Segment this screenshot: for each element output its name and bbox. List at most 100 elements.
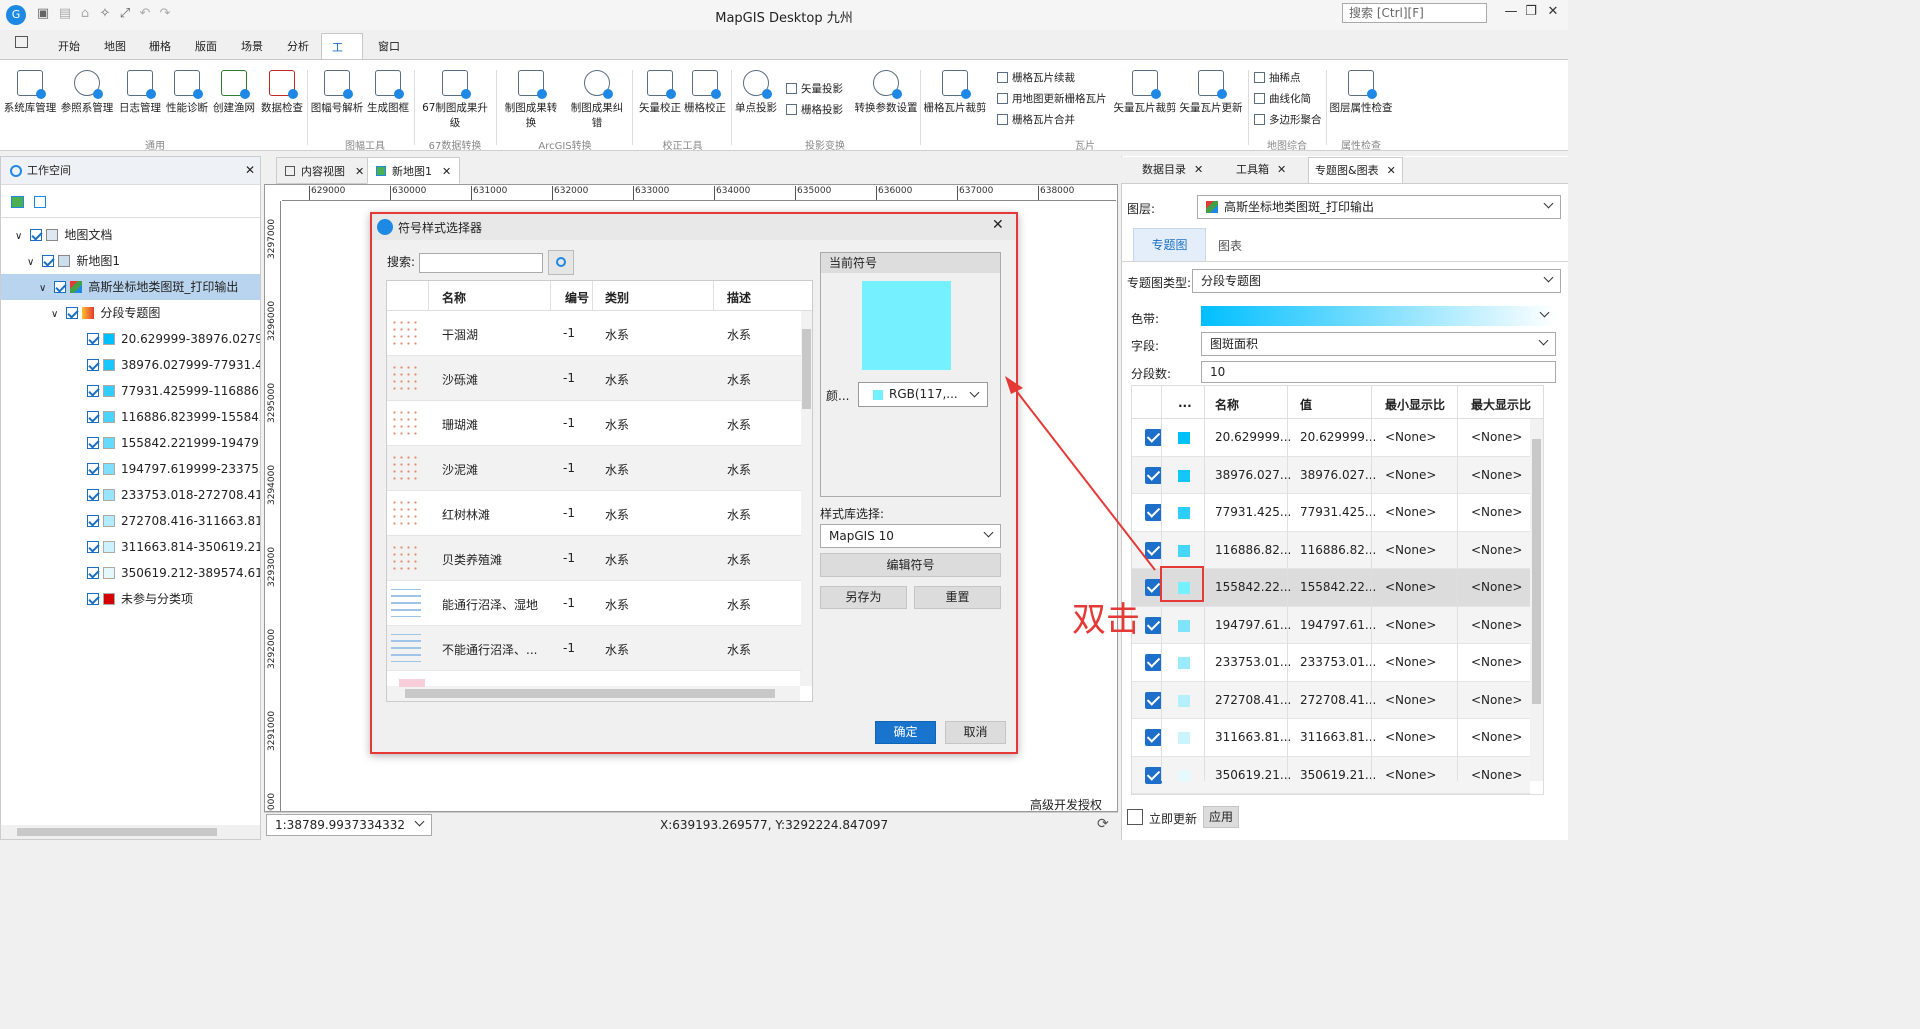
segment-row[interactable]: 194797.61... 194797.61... <None> <None> xyxy=(1132,606,1530,644)
segment-swatch[interactable] xyxy=(1178,619,1190,632)
symbol-row[interactable]: 沙泥滩 -1 水系 水系 xyxy=(387,446,801,491)
symbol-list[interactable]: 名称 编号 类别 描述 干涸湖 -1 水系 水系 沙砾滩 -1 水系 水系 珊瑚滩 -1 水系 水系沙… xyxy=(386,280,813,702)
legend-item[interactable]: 272708.416-311663.814 xyxy=(87,508,260,534)
transform-params-button[interactable]: 转换参数设置 xyxy=(852,70,920,115)
upgrade-67-button[interactable]: 67制图成果升级 xyxy=(418,70,492,130)
segment-swatch[interactable] xyxy=(1178,469,1190,482)
panel-toggle-icon[interactable] xyxy=(15,36,28,48)
segment-row[interactable]: 38976.027... 38976.027... <None> <None> xyxy=(1132,456,1530,494)
segment-row[interactable]: 116886.82... 116886.82... <None> <None> xyxy=(1132,531,1530,569)
list-vscroll[interactable] xyxy=(800,311,812,686)
col-category[interactable]: 类别 xyxy=(605,289,629,306)
legend-item[interactable]: 233753.018-272708.416 xyxy=(87,482,260,508)
menu-start[interactable]: 开始 xyxy=(48,33,90,60)
tab-thematic-charts[interactable]: 专题图&图表 ✕ xyxy=(1308,157,1403,183)
ref-system-button[interactable]: 参照系管理 xyxy=(57,70,117,115)
color-ramp-select[interactable] xyxy=(1201,306,1556,326)
segment-swatch[interactable] xyxy=(1178,507,1190,519)
col-name[interactable]: 名称 xyxy=(442,289,466,306)
apply-button[interactable]: 应用 xyxy=(1203,806,1239,828)
tab-thematic[interactable]: 专题图 xyxy=(1133,228,1206,261)
list-hscroll[interactable] xyxy=(387,686,800,701)
segment-checkbox[interactable] xyxy=(1145,691,1162,709)
menu-map[interactable]: 地图 xyxy=(94,33,136,60)
tab-content-view[interactable]: 内容视图 ✕ xyxy=(276,157,374,184)
lib-select[interactable]: MapGIS 10 xyxy=(820,524,1001,548)
symbol-row[interactable]: 贝类养殖滩 -1 水系 水系 xyxy=(387,536,801,581)
edit-symbol-button[interactable]: 编辑符号 xyxy=(820,553,1001,577)
legend-item[interactable]: 350619.212-389574.61 xyxy=(87,560,260,586)
segment-row[interactable]: 233753.01... 233753.01... <None> <None> xyxy=(1132,644,1530,682)
update-raster-tile-button[interactable]: 用地图更新栅格瓦片 xyxy=(997,90,1107,108)
legend-item[interactable]: 155842.221999-194797.619999 xyxy=(87,430,260,456)
maximize-button[interactable]: ❐ xyxy=(1520,4,1542,22)
menu-layout[interactable]: 版面 xyxy=(185,33,227,60)
menu-tools[interactable]: 工具 xyxy=(321,33,363,81)
col-min-scale[interactable]: 最小显示比 xyxy=(1385,396,1445,413)
symbol-row[interactable]: 能通行沼泽、湿地 -1 水系 水系 xyxy=(387,581,801,626)
carto-fix-button[interactable]: 制图成果纠错 xyxy=(566,70,628,130)
auto-update-checkbox[interactable] xyxy=(1127,809,1143,825)
color-select[interactable]: RGB(117,... xyxy=(858,382,988,407)
segment-swatch[interactable] xyxy=(1178,732,1190,744)
segment-swatch[interactable] xyxy=(1178,769,1190,782)
menu-window[interactable]: 窗口 xyxy=(368,33,410,60)
save-as-button[interactable]: 另存为 xyxy=(820,586,907,609)
segment-row[interactable]: 20.629999... 20.629999... <None> <None> xyxy=(1132,419,1530,457)
tree-thematic[interactable]: ∨ 分段专题图 xyxy=(51,300,160,326)
gen-frame-button[interactable]: 生成图框 xyxy=(358,70,418,115)
tab-new-map[interactable]: 新地图1 ✕ xyxy=(367,157,461,184)
symbol-row[interactable]: 沙砾滩 -1 水系 水系 xyxy=(387,356,801,401)
list-view-icon[interactable] xyxy=(34,196,46,208)
reset-button[interactable]: 重置 xyxy=(914,586,1001,609)
raster-tile-merge-button[interactable]: 栅格瓦片合并 xyxy=(997,111,1075,129)
minimize-button[interactable]: — xyxy=(1500,4,1522,22)
legend-item[interactable]: 20.629999-38976.027999 xyxy=(87,326,260,352)
segment-swatch[interactable] xyxy=(1178,657,1190,669)
dialog-close-button[interactable]: ✕ xyxy=(992,217,1004,233)
menu-scene[interactable]: 场景 xyxy=(231,33,273,60)
vector-tile-clip-button[interactable]: 矢量瓦片裁剪 xyxy=(1112,70,1178,115)
thin-points-button[interactable]: 抽稀点 xyxy=(1254,69,1301,87)
symbol-row[interactable]: 红树林滩 -1 水系 水系 xyxy=(387,491,801,536)
segment-count-input[interactable]: 10 xyxy=(1201,361,1556,383)
layer-select[interactable]: 高斯坐标地类图斑_打印输出 xyxy=(1197,195,1561,219)
segment-row[interactable]: 272708.41... 272708.41... <None> <None> xyxy=(1132,681,1530,719)
segment-row[interactable]: 77931.425... 77931.425... <None> <None> xyxy=(1132,494,1530,532)
polygon-aggregate-button[interactable]: 多边形聚合 xyxy=(1254,111,1322,129)
symbol-row[interactable]: 干涸湖 -1 水系 水系 xyxy=(387,311,801,356)
search-input[interactable]: 搜索 [Ctrl][F] xyxy=(1342,3,1487,23)
segment-swatch[interactable] xyxy=(1178,544,1190,557)
vector-project-button[interactable]: 矢量投影 xyxy=(786,80,843,98)
segment-row[interactable]: 350619.21... 350619.21... <None> <None> xyxy=(1132,756,1530,794)
table-vscroll[interactable] xyxy=(1530,419,1543,781)
symbol-search-input[interactable] xyxy=(419,253,543,273)
data-check-button[interactable]: 数据检查 xyxy=(252,70,312,115)
tab-toolbox[interactable]: 工具箱 ✕ xyxy=(1230,157,1292,183)
legend-item[interactable]: 311663.814-350619.212 xyxy=(87,534,260,560)
raster-project-button[interactable]: 栅格投影 xyxy=(786,101,843,119)
col-value[interactable]: 值 xyxy=(1300,396,1312,413)
simplify-curve-button[interactable]: 曲线化简 xyxy=(1254,90,1311,108)
legend-item[interactable]: 116886.823999-155842.221999 xyxy=(87,404,260,430)
segment-checkbox[interactable] xyxy=(1145,616,1162,634)
legend-item[interactable]: 77931.425999-116886.823999 xyxy=(87,378,260,404)
col-desc[interactable]: 描述 xyxy=(727,289,751,306)
layer-attr-check-button[interactable]: 图层属性检查 xyxy=(1328,70,1394,115)
segment-checkbox[interactable] xyxy=(1145,654,1162,671)
raster-tile-clip-button[interactable]: 栅格瓦片裁剪 xyxy=(920,70,990,115)
left-scrollbar[interactable] xyxy=(1,825,260,839)
refresh-icon[interactable]: ⟳ xyxy=(1097,816,1109,832)
close-panel-icon[interactable]: ✕ xyxy=(245,163,255,177)
ok-button[interactable]: 确定 xyxy=(875,721,936,744)
cancel-button[interactable]: 取消 xyxy=(945,721,1006,744)
segment-swatch[interactable] xyxy=(1178,694,1190,707)
field-select[interactable]: 图斑面积 xyxy=(1201,332,1556,356)
system-lib-button[interactable]: 系统库管理 xyxy=(0,70,60,115)
legend-item[interactable]: 未参与分类项 xyxy=(87,586,260,612)
carto-convert-button[interactable]: 制图成果转换 xyxy=(500,70,562,130)
point-project-button[interactable]: 单点投影 xyxy=(726,70,786,115)
tree-new-map[interactable]: ∨ 新地图1 xyxy=(27,248,120,274)
tab-data-catalog[interactable]: 数据目录 ✕ xyxy=(1136,157,1209,183)
symbol-row[interactable]: 珊瑚滩 -1 水系 水系 xyxy=(387,401,801,446)
